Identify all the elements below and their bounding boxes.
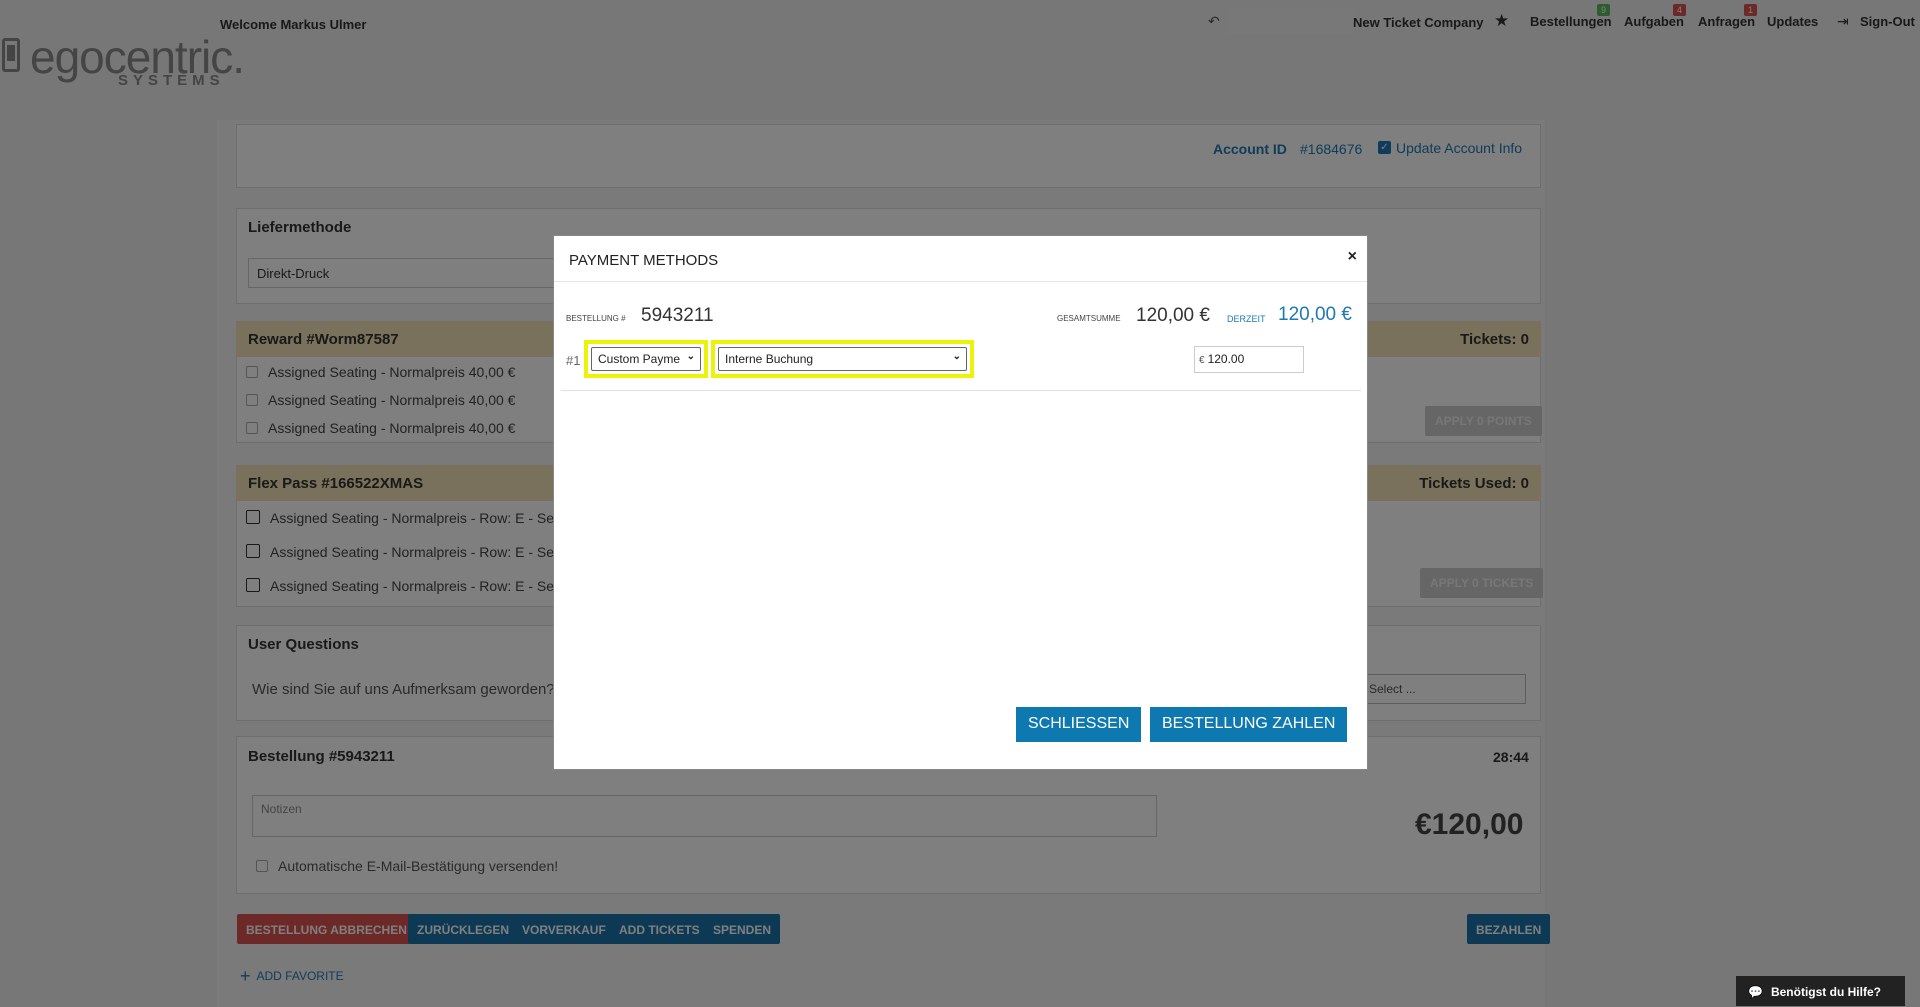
current-label: DERZEIT bbox=[1227, 314, 1266, 324]
order-number-label: BESTELLUNG # bbox=[566, 314, 626, 323]
amount-input[interactable]: €120.00 bbox=[1194, 346, 1304, 373]
chevron-down-icon: ⌄ bbox=[686, 351, 695, 362]
payment-type-select[interactable]: Custom Payme ⌄ bbox=[591, 347, 701, 371]
modal-title: PAYMENT METHODS bbox=[569, 252, 719, 269]
payment-methods-modal: PAYMENT METHODS × BESTELLUNG # 5943211 G… bbox=[553, 235, 1368, 770]
highlight-box: Custom Payme ⌄ bbox=[584, 340, 708, 378]
current-value: 120,00 € bbox=[1278, 304, 1352, 325]
chat-bubble-icon: 💬 bbox=[1748, 985, 1763, 999]
row-divider bbox=[561, 390, 1361, 391]
highlight-box: Interne Buchung ⌄ bbox=[711, 340, 974, 378]
payment-method-select[interactable]: Interne Buchung ⌄ bbox=[718, 347, 967, 371]
total-label: GESAMTSUMME bbox=[1057, 314, 1121, 323]
close-modal-button[interactable]: SCHLIESSEN bbox=[1016, 707, 1142, 742]
currency-symbol: € bbox=[1199, 355, 1205, 366]
payment-row-number: #1 bbox=[566, 353, 581, 368]
pay-order-button[interactable]: BESTELLUNG ZAHLEN bbox=[1150, 707, 1348, 742]
chevron-down-icon: ⌄ bbox=[952, 351, 961, 362]
total-value: 120,00 € bbox=[1136, 305, 1210, 326]
close-icon[interactable]: × bbox=[1348, 248, 1357, 266]
help-button[interactable]: 💬 Benötigst du Hilfe? bbox=[1735, 975, 1906, 1007]
modal-divider bbox=[554, 281, 1367, 282]
order-number: 5943211 bbox=[641, 305, 714, 326]
